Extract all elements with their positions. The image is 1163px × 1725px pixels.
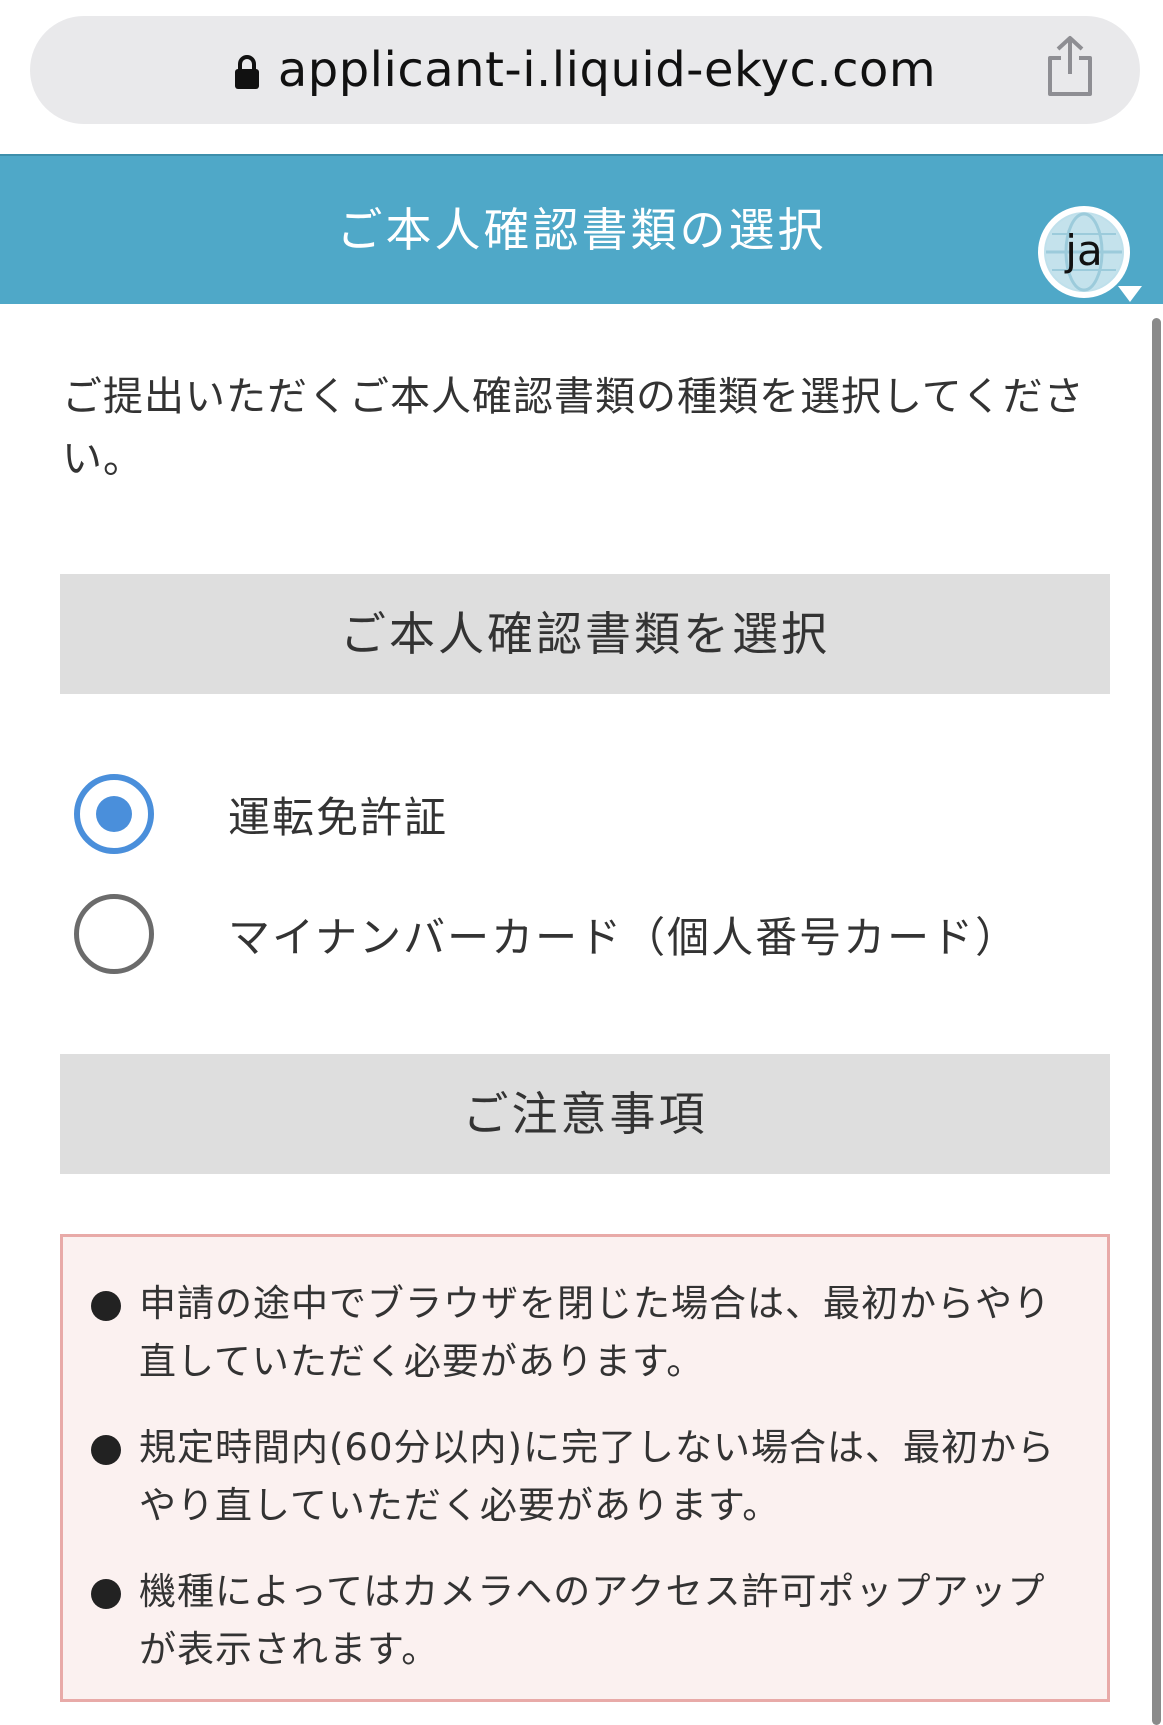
browser-address-bar: applicant-i.liquid-ekyc.com [0, 0, 1163, 154]
radio-option-my-number-card[interactable]: マイナンバーカード（個人番号カード） [74, 888, 1074, 980]
intro-text: ご提出いただくご本人確認書類の種類を選択してください。 [62, 374, 1085, 482]
radio-button[interactable] [74, 894, 154, 974]
radio-label: マイナンバーカード（個人番号カード） [228, 912, 1020, 962]
list-item: 機種によってはカメラへのアクセス許可ポップアップが表示されます。 [91, 1563, 1081, 1679]
language-selector[interactable]: ja [1038, 206, 1130, 298]
page-header: ご本人確認書類の選択 ja [0, 154, 1163, 304]
radio-option-drivers-license[interactable]: 運転免許証 [74, 768, 1074, 860]
share-icon[interactable] [1040, 34, 1100, 98]
list-item: 申請の途中でブラウザを閉じた場合は、最初からやり直していただく必要があります。 [91, 1275, 1081, 1391]
radio-label: 運転免許証 [228, 792, 449, 842]
page-title: ご本人確認書類の選択 [336, 203, 827, 257]
note-text: 申請の途中でブラウザを閉じた場合は、最初からやり直していただく必要があります。 [139, 1282, 1051, 1383]
url-field[interactable]: applicant-i.liquid-ekyc.com [30, 16, 1140, 124]
lock-icon [234, 55, 259, 89]
radio-button-selected[interactable] [74, 774, 154, 854]
bullet-icon [91, 1435, 121, 1465]
bullet-icon [91, 1291, 121, 1321]
page: applicant-i.liquid-ekyc.com ご本人確認書類の選択 j [0, 0, 1163, 1725]
globe-icon: ja [1044, 212, 1124, 292]
language-code: ja [1065, 226, 1103, 275]
document-section-title: ご本人確認書類を選択 [60, 574, 1110, 694]
bullet-icon [91, 1579, 121, 1609]
scrollbar[interactable] [1152, 318, 1161, 1725]
list-item: 規定時間内(60分以内)に完了しない場合は、最初からやり直していただく必要があり… [91, 1419, 1081, 1535]
url-display: applicant-i.liquid-ekyc.com [30, 16, 1140, 124]
notes-section-title: ご注意事項 [60, 1054, 1110, 1174]
note-text: 規定時間内(60分以内)に完了しない場合は、最初からやり直していただく必要があり… [139, 1426, 1055, 1527]
note-text: 機種によってはカメラへのアクセス許可ポップアップが表示されます。 [139, 1570, 1046, 1671]
notes-box: 申請の途中でブラウザを閉じた場合は、最初からやり直していただく必要があります。 … [60, 1234, 1110, 1702]
url-text: applicant-i.liquid-ekyc.com [277, 42, 937, 98]
chevron-down-icon[interactable] [1118, 286, 1142, 302]
